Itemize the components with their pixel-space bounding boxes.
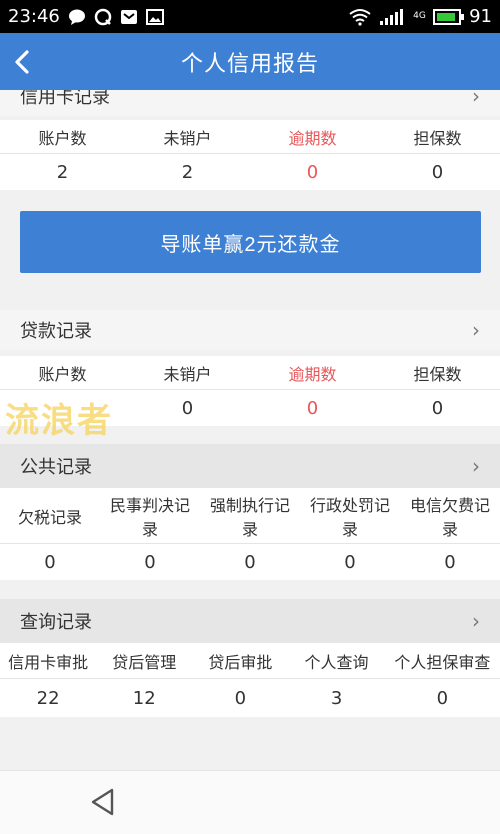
header-cell: 民事判决记录 bbox=[109, 495, 190, 539]
header-cell: 未销户 bbox=[163, 364, 212, 384]
query-records-table: 信用卡审批 贷后管理 贷后审批 个人查询 个人担保审查 22 12 0 3 0 bbox=[0, 643, 500, 717]
table-row: 2 2 0 0 bbox=[0, 154, 500, 190]
status-bar: 23:46 4G 91 bbox=[0, 0, 500, 33]
battery-level: 91 bbox=[469, 6, 492, 27]
value-cell: 0 bbox=[181, 397, 194, 419]
table-header-row: 账户数 未销户 逾期数 担保数 bbox=[0, 356, 500, 390]
chevron-right-icon: › bbox=[472, 90, 480, 108]
section-public-header[interactable]: 公共记录 › bbox=[0, 444, 500, 488]
value-cell: 2 bbox=[181, 161, 194, 183]
table-header-row: 账户数 未销户 逾期数 担保数 bbox=[0, 120, 500, 154]
chevron-right-icon: › bbox=[472, 609, 480, 633]
signal-icon bbox=[380, 8, 404, 25]
value-cell: 0 bbox=[431, 397, 444, 419]
import-bill-button[interactable]: 导账单赢2元还款金 bbox=[20, 211, 481, 273]
section-title: 公共记录 bbox=[20, 457, 92, 478]
value-cell: 0 bbox=[234, 687, 247, 709]
status-time: 23:46 bbox=[8, 6, 60, 27]
value-cell: 22 bbox=[36, 687, 60, 709]
table-header-row: 欠税记录 民事判决记录 强制执行记录 行政处罚记录 电信欠费记录 bbox=[0, 488, 500, 544]
value-cell-overdue: 0 bbox=[306, 397, 319, 419]
header-cell: 强制执行记录 bbox=[209, 495, 290, 539]
network-type: 4G bbox=[413, 11, 426, 21]
chevron-right-icon: › bbox=[472, 454, 480, 478]
value-cell: 0 bbox=[44, 551, 56, 573]
section-title: 贷款记录 bbox=[20, 321, 92, 342]
value-cell: 0 bbox=[244, 551, 256, 573]
chevron-right-icon: › bbox=[472, 318, 480, 342]
header-cell: 账户数 bbox=[38, 364, 87, 384]
value-cell: 2 bbox=[56, 161, 69, 183]
value-cell: 0 bbox=[431, 161, 444, 183]
table-header-row: 信用卡审批 贷后管理 贷后审批 个人查询 个人担保审查 bbox=[0, 643, 500, 679]
section-title: 查询记录 bbox=[20, 612, 92, 633]
header-cell: 信用卡审批 bbox=[8, 652, 89, 672]
app-bar: 个人信用报告 bbox=[0, 33, 500, 90]
page-title: 个人信用报告 bbox=[180, 51, 319, 77]
image-icon bbox=[145, 8, 164, 25]
value-cell: 12 bbox=[132, 687, 156, 709]
header-cell: 欠税记录 bbox=[17, 507, 82, 527]
section-loan-header[interactable]: 贷款记录 › bbox=[0, 310, 500, 350]
credit-card-table: 账户数 未销户 逾期数 担保数 2 2 0 0 bbox=[0, 120, 500, 190]
header-cell: 贷后审批 bbox=[208, 652, 273, 672]
public-records-table: 欠税记录 民事判决记录 强制执行记录 行政处罚记录 电信欠费记录 0 0 0 0… bbox=[0, 488, 500, 580]
header-cell: 担保数 bbox=[413, 364, 462, 384]
header-cell: 贷后管理 bbox=[112, 652, 177, 672]
wifi-icon bbox=[349, 8, 371, 26]
header-cell: 个人查询 bbox=[304, 652, 369, 672]
header-cell: 未销户 bbox=[163, 128, 212, 148]
section-query-header[interactable]: 查询记录 › bbox=[0, 599, 500, 643]
value-cell: 3 bbox=[330, 687, 343, 709]
value-cell: 0 bbox=[144, 551, 156, 573]
table-row: 22 12 0 3 0 bbox=[0, 679, 500, 717]
value-cell-overdue: 0 bbox=[306, 161, 319, 183]
header-cell: 账户数 bbox=[38, 128, 87, 148]
header-cell: 个人担保审查 bbox=[394, 652, 491, 672]
header-cell: 担保数 bbox=[413, 128, 462, 148]
header-cell-overdue: 逾期数 bbox=[288, 128, 337, 148]
section-credit-card-header[interactable]: 信用卡记录 › bbox=[0, 90, 500, 116]
chevron-left-icon bbox=[15, 49, 29, 74]
section-title: 信用卡记录 bbox=[20, 90, 110, 108]
mail-icon bbox=[120, 9, 137, 24]
chat-bubble-icon bbox=[68, 9, 85, 25]
header-cell-overdue: 逾期数 bbox=[288, 364, 337, 384]
back-button[interactable] bbox=[12, 33, 52, 90]
header-cell: 电信欠费记录 bbox=[409, 495, 490, 539]
value-cell: 0 bbox=[444, 551, 456, 573]
value-cell: 0 bbox=[344, 551, 356, 573]
q-app-icon bbox=[94, 8, 112, 25]
watermark-text: 流浪者 bbox=[5, 401, 113, 441]
header-cell: 行政处罚记录 bbox=[309, 495, 390, 539]
nav-back-triangle-icon[interactable] bbox=[88, 787, 118, 817]
table-row: 0 0 0 0 0 bbox=[0, 544, 500, 580]
system-nav-bar bbox=[0, 770, 500, 834]
battery-icon bbox=[433, 8, 465, 25]
value-cell: 0 bbox=[436, 687, 449, 709]
